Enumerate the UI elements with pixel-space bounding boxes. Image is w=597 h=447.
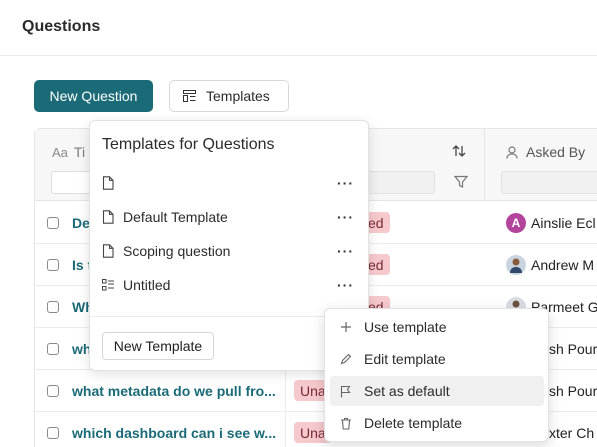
person-icon — [506, 145, 518, 159]
template-item[interactable]: Scoping question ··· — [102, 237, 354, 265]
more-options-icon[interactable]: ··· — [337, 277, 354, 293]
asked-by-cell: Andrew M — [506, 255, 594, 275]
asked-by-cell: sh Pour — [549, 341, 597, 357]
page-title: Questions — [22, 18, 101, 35]
asked-by-cell: A Ainslie Ecl — [506, 213, 596, 233]
column-divider — [484, 129, 485, 201]
menu-item-edit-template[interactable]: Edit template — [330, 344, 544, 374]
status-badge: ed — [366, 212, 390, 233]
question-link[interactable]: what metadata do we pull fro... — [72, 383, 277, 399]
popover-title: Templates for Questions — [102, 136, 275, 153]
avatar — [506, 255, 526, 275]
column-header-asked-by[interactable]: Asked By — [506, 144, 585, 160]
menu-item-delete-template[interactable]: Delete template — [330, 408, 544, 438]
trash-icon — [340, 417, 352, 430]
template-item[interactable]: Untitled ··· — [102, 271, 354, 299]
more-options-icon[interactable]: ··· — [337, 243, 354, 259]
row-checkbox[interactable] — [47, 427, 59, 439]
templates-icon — [183, 90, 196, 102]
document-icon — [102, 210, 114, 224]
document-icon — [102, 244, 114, 258]
asked-by-cell: xter Ch — [549, 425, 595, 441]
more-options-icon[interactable]: ··· — [337, 209, 354, 225]
row-checkbox[interactable] — [47, 301, 59, 313]
asked-by-cell: sh Pour — [549, 383, 597, 399]
column-divider — [285, 412, 286, 447]
new-template-button[interactable]: New Template — [102, 332, 214, 360]
avatar: A — [506, 213, 526, 233]
column-divider — [285, 370, 286, 412]
status-badge: ed — [366, 254, 390, 275]
row-checkbox[interactable] — [47, 259, 59, 271]
row-checkbox[interactable] — [47, 217, 59, 229]
new-question-button[interactable]: New Question — [34, 80, 153, 112]
templates-button[interactable]: Templates — [169, 80, 289, 112]
row-checkbox[interactable] — [47, 385, 59, 397]
text-type-icon: Aa — [52, 144, 68, 160]
funnel-icon[interactable] — [454, 175, 468, 189]
checklist-icon — [102, 279, 114, 291]
template-item[interactable]: ··· — [102, 169, 354, 197]
flag-icon — [340, 385, 352, 398]
more-options-icon[interactable]: ··· — [337, 175, 354, 191]
plus-icon — [340, 321, 352, 333]
asked-by-filter-input[interactable] — [501, 171, 597, 194]
template-item[interactable]: Default Template ··· — [102, 203, 354, 231]
menu-item-use-template[interactable]: Use template — [330, 312, 544, 342]
templates-button-label: Templates — [206, 88, 270, 104]
column-header-title[interactable]: Aa Ti — [52, 144, 85, 160]
menu-item-set-as-default[interactable]: Set as default — [330, 376, 544, 406]
status-filter-input[interactable] — [368, 171, 435, 194]
document-icon — [102, 176, 114, 190]
pencil-icon — [340, 353, 352, 365]
row-checkbox[interactable] — [47, 343, 59, 355]
question-link[interactable]: which dashboard can i see w... — [72, 425, 277, 441]
sort-icon[interactable] — [451, 143, 467, 159]
